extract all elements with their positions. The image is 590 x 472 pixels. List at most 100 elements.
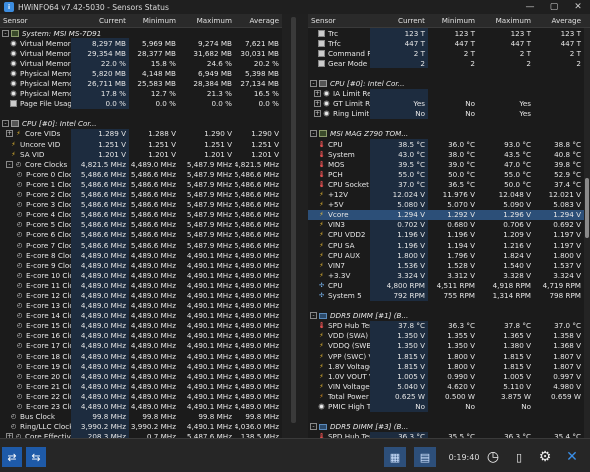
sensor-row[interactable]: ◴E-core 22 Clock4,489.0 MHz4,489.0 MHz4,… (0, 391, 282, 402)
left-scrollbar[interactable] (291, 17, 296, 423)
sensor-row[interactable]: Virtual Memory Load22.0 % 15.8 % 24.6 % 20.… (0, 58, 282, 69)
expand-toggle[interactable]: + (314, 90, 321, 98)
col-minimum-header[interactable]: Minimum (129, 16, 179, 25)
sensor-row[interactable]: ◴E-core 15 Clock4,489.0 MHz4,489.0 MHz4,… (0, 320, 282, 331)
sensor-row[interactable]: ◴E-core 18 Clock4,489.0 MHz4,489.0 MHz4,… (0, 351, 282, 362)
sensor-row[interactable]: Physical Memory Used5,820 MB 4,148 MB 6,94… (0, 68, 282, 79)
pane-splitter[interactable] (282, 14, 308, 438)
sensor-row[interactable]: ◴E-core 14 Clock4,489.0 MHz4,489.0 MHz4,… (0, 310, 282, 321)
collapse-toggle[interactable]: - (2, 29, 9, 37)
sensor-row[interactable]: ⚡VDDQ (SWB) Voltage1.350 V1.350 V1.380 V… (308, 340, 590, 351)
sensor-row[interactable]: ⚡ 1.8V Voltage 1.815 V 1.800 V 1.815 V 1.807 … (308, 361, 590, 372)
close-button[interactable]: ✕ (566, 2, 590, 12)
sensor-row[interactable]: Virtual Memory Com...8,297 MB 5,969 MB 9,2… (0, 38, 282, 49)
sensor-row[interactable]: ◴E-core 23 Clock4,489.0 MHz4,489.0 MHz4,… (0, 401, 282, 412)
sensor-row[interactable]: Physical Memory Load17.8 % 12.7 % 21.3 % 16… (0, 88, 282, 99)
sensor-row[interactable]: - ◴ Core Clocks 4,821.5 MHz 4,489.0 MHz 5,487… (0, 159, 282, 170)
sensor-row[interactable]: ◴P-core 1 Clock5,486.6 MHz5,486.6 MHz5,4… (0, 179, 282, 190)
maximize-button[interactable]: ▢ (542, 2, 566, 12)
sensor-row[interactable]: ◴P-core 4 Clock5,486.6 MHz5,486.6 MHz5,4… (0, 209, 282, 220)
gear-icon[interactable]: ⚙ (534, 447, 556, 467)
sensor-row[interactable]: ⚡ Uncore VID 1.251 V 1.251 V 1.251 V 1.251 V (0, 139, 282, 150)
sensor-row[interactable]: 🌡 System 43.0 °C 38.0 °C 43.5 °C 40.8 °C (308, 149, 590, 160)
sensor-row[interactable]: ✣ System 5 792 RPM 755 RPM 1,314 RPM 798 RPM (308, 290, 590, 301)
sensor-row[interactable]: ⚡ Vcore 1.294 V 1.292 V 1.296 V 1.294 V (308, 209, 590, 220)
sensor-group-header[interactable]: - MSI MAG Z790 TOM... (308, 129, 590, 139)
collapse-toggle[interactable]: - (310, 130, 317, 138)
sensor-row[interactable]: Command Rate2 T2 T2 T2 T (308, 48, 590, 59)
sensor-row[interactable]: ◴E-core 16 Clock4,489.0 MHz4,489.0 MHz4,… (0, 330, 282, 341)
sensor-row[interactable]: 🌡 CPU 38.5 °C 36.0 °C 93.0 °C 38.8 °C (308, 139, 590, 150)
scroll-thumb[interactable] (585, 178, 589, 238)
sensor-row[interactable]: ⚡ VIN3 0.702 V 0.680 V 0.706 V 0.692 V (308, 219, 590, 230)
sensor-row[interactable]: +Ring Limit ReasonsNoNoYes (308, 108, 590, 119)
arrow-left-right-icon[interactable]: ⇄ (2, 447, 22, 467)
sensor-row[interactable]: ⚡ +3.3V 3.324 V 3.312 V 3.328 V 3.324 V (308, 270, 590, 281)
sensor-row[interactable]: ◴ Bus Clock 99.8 MHz 99.8 MHz 99.8 MHz 99.8 M… (0, 411, 282, 422)
sensor-group-header[interactable]: - System: MSI MS-7D91 (0, 28, 282, 38)
sensor-row[interactable]: + IA Limit Reasons (308, 88, 590, 99)
sensor-row[interactable]: ⚡ +12V 12.024 V 11.976 V 12.048 V 12.021 V (308, 189, 590, 200)
sensor-row[interactable]: Trfc 447 T 447 T 447 T 447 T (308, 38, 590, 49)
collapse-toggle[interactable]: - (2, 120, 9, 128)
sensor-row[interactable]: ◴P-core 7 Clock5,486.6 MHz5,486.6 MHz5,4… (0, 239, 282, 251)
expand-toggle[interactable]: + (314, 100, 321, 108)
col-maximum-header[interactable]: Maximum (179, 16, 235, 25)
col-sensor-header[interactable]: Sensor (0, 16, 71, 25)
sensor-row[interactable]: ◴E-core 11 Clock4,489.0 MHz4,489.0 MHz4,… (0, 280, 282, 291)
sensor-row[interactable]: ⚡ VDD (SWA) Voltage1.350 V 1.355 V 1.365 V 1… (308, 330, 590, 341)
sensor-row[interactable]: ◴E-core 12 Clock4,489.0 MHz4,489.0 MHz4,… (0, 290, 282, 301)
sensor-row[interactable]: ⚡ Total Power 0.625 W 0.500 W 3.875 W 0.659 W (308, 391, 590, 402)
sensor-group-header[interactable]: - DDR5 DIMM [#3] (B... (308, 422, 590, 432)
sensor-row[interactable]: ◴P-core 5 Clock5,486.6 MHz5,486.6 MHz5,4… (0, 219, 282, 230)
sensor-row[interactable]: Virtual Memory Ava...29,354 MB 28,377 MB 3… (0, 48, 282, 59)
col-average-header[interactable]: Average (235, 16, 282, 25)
collapse-toggle[interactable]: - (310, 80, 317, 88)
sensor-row[interactable]: ◴P-core 0 Clock5,486.6 MHz5,486.6 MHz5,4… (0, 169, 282, 180)
sensor-row[interactable]: ◴E-core 13 Clock4,489.0 MHz4,489.0 MHz4,… (0, 300, 282, 311)
sensor-row[interactable]: ⚡ VIN Voltage 5.040 V 4.620 V 5.110 V 4.980 V (308, 381, 590, 392)
sensor-row[interactable]: ⚡ +5V 5.080 V 5.070 V 5.090 V 5.083 V (308, 199, 590, 210)
sensor-row[interactable]: + ⚡ Core VIDs 1.289 V 1.288 V 1.290 V 1.290 V (0, 128, 282, 140)
sensor-row[interactable]: ✣ CPU 4,800 RPM 4,511 RPM 4,918 RPM 4,719 RPM (308, 280, 590, 291)
sensor-row[interactable]: ◴E-core 20 Clock4,489.0 MHz4,489.0 MHz4,… (0, 371, 282, 382)
sensor-row[interactable]: ⚡ CPU AUX 1.800 V 1.796 V 1.824 V 1.800 V (308, 250, 590, 261)
collapse-toggle[interactable]: - (310, 423, 317, 431)
col-current-header[interactable]: Current (71, 16, 129, 25)
sensor-row[interactable]: ◴E-core 17 Clock4,489.0 MHz4,489.0 MHz4,… (0, 340, 282, 351)
expand-toggle[interactable]: + (6, 130, 13, 138)
minimize-button[interactable]: — (518, 2, 542, 12)
sensor-row[interactable]: ◴E-core 21 Clock4,489.0 MHz4,489.0 MHz4,… (0, 381, 282, 392)
sensor-row[interactable]: ⚡ CPU VDD2 1.196 V 1.196 V 1.209 V 1.197 V (308, 229, 590, 240)
sensor-group-header[interactable]: - CPU [#0]: Intel Cor... (308, 78, 590, 88)
sensor-row[interactable]: PMIC High Temperat...NoNoNo (308, 401, 590, 412)
left-sensor-pane[interactable]: Sensor Current Minimum Maximum Average -… (0, 14, 282, 438)
sensor-row[interactable]: ◴P-core 3 Clock5,486.6 MHz5,486.6 MHz5,4… (0, 199, 282, 210)
sensor-row[interactable]: 🌡SPD Hub Temperature37.8 °C36.3 °C37.8 °… (308, 320, 590, 331)
report-icon[interactable]: ▤ (414, 447, 436, 467)
sensor-row[interactable]: ◴E-core 9 Clock4,489.0 MHz4,489.0 MHz4,4… (0, 260, 282, 271)
col-current-header[interactable]: Current (370, 16, 428, 25)
sensor-row[interactable]: ◴P-core 6 Clock5,486.6 MHz5,486.6 MHz5,4… (0, 229, 282, 240)
sensor-row[interactable]: ◴E-core 10 Clock4,489.0 MHz4,489.0 MHz4,… (0, 270, 282, 281)
sensor-row[interactable]: ◴P-core 2 Clock5,486.6 MHz5,486.6 MHz5,4… (0, 189, 282, 200)
col-average-header[interactable]: Average (534, 16, 584, 25)
sensor-row[interactable]: 🌡 MOS 39.5 °C 39.0 °C 47.0 °C 39.8 °C (308, 159, 590, 170)
sensor-row[interactable]: ⚡1.0V VOUT Voltage1.005 V0.990 V1.005 V0… (308, 371, 590, 382)
sensor-row[interactable]: 🌡 PCH 55.0 °C 50.0 °C 55.0 °C 52.9 °C (308, 169, 590, 180)
col-maximum-header[interactable]: Maximum (478, 16, 534, 25)
sensor-row[interactable]: Physical Memory A...26,711 MB 25,583 MB 28… (0, 78, 282, 89)
sensor-row[interactable]: ⚡ VIN7 1.536 V 1.528 V 1.540 V 1.537 V (308, 260, 590, 271)
network-icon[interactable]: ▦ (384, 447, 406, 467)
sensor-row[interactable]: +GT Limit ReasonsYesNoYes (308, 98, 590, 109)
sensor-row[interactable]: ⚡VPP (SWC) Voltage1.815 V1.800 V1.815 V1… (308, 351, 590, 362)
col-sensor-header[interactable]: Sensor (308, 16, 370, 25)
sensor-row[interactable]: ◴E-core 8 Clock4,489.0 MHz4,489.0 MHz4,4… (0, 250, 282, 261)
expand-toggle[interactable]: - (6, 160, 13, 168)
sensor-row[interactable]: Trc 123 T 123 T 123 T 123 T (308, 28, 590, 39)
sensor-row[interactable]: ◴ Ring/LLC Clock 3,990.2 MHz 3,990.2 MHz 4,4… (0, 421, 282, 432)
sensor-row[interactable]: ◴E-core 19 Clock4,489.0 MHz4,489.0 MHz4,… (0, 361, 282, 372)
add-document-icon[interactable]: ▯ (508, 447, 530, 467)
sensor-group-header[interactable]: - DDR5 DIMM [#1] (B... (308, 311, 590, 321)
right-sensor-pane[interactable]: Sensor Current Minimum Maximum Average T… (308, 14, 590, 438)
